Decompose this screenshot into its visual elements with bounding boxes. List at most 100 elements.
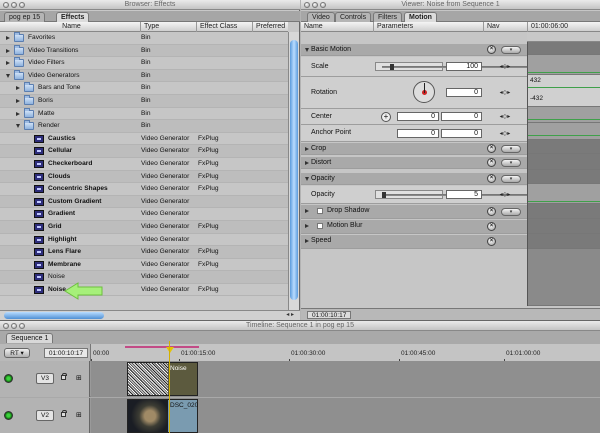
anchor-x-input[interactable]: 0	[397, 129, 439, 138]
browser-row[interactable]: Clouds Video Generator FxPlug	[0, 170, 288, 184]
browser-row[interactable]: Grid Video Generator FxPlug	[0, 220, 288, 234]
disclosure-triangle-icon[interactable]	[6, 73, 10, 78]
browser-row[interactable]: Gradient Video Generator	[0, 208, 288, 221]
keyframe-nav-icon[interactable]: ◂◇▸	[499, 88, 511, 98]
opacity-slider[interactable]	[375, 190, 600, 199]
column-name[interactable]: Name	[0, 22, 140, 32]
section-opacity[interactable]: Opacity × ▾	[301, 173, 527, 185]
section-drop-shadow[interactable]: Drop Shadow × ▾	[301, 205, 527, 219]
browser-row[interactable]: Matte Bin	[0, 107, 288, 121]
keyframe-nav-icon[interactable]: ◂◇▸	[499, 190, 511, 200]
tab-filters[interactable]: Filters	[373, 12, 403, 22]
disclosure-triangle-icon[interactable]	[6, 61, 10, 66]
zoom-dot-icon[interactable]	[19, 323, 25, 329]
column-type[interactable]: Type	[140, 22, 196, 32]
minimize-dot-icon[interactable]	[11, 2, 17, 8]
disclosure-triangle-icon[interactable]	[305, 224, 309, 228]
browser-row[interactable]: Bars and Tone Bin	[0, 82, 288, 95]
browser-row[interactable]: Video Filters Bin	[0, 57, 288, 70]
zoom-dot-icon[interactable]	[19, 2, 25, 8]
center-y-input[interactable]: 0	[441, 112, 482, 121]
browser-row[interactable]: Highlight Video Generator	[0, 233, 288, 247]
keyframe-nav-icon[interactable]: ◂◇▸	[499, 62, 511, 72]
column-effect-class[interactable]: Effect Class	[196, 22, 252, 32]
reset-x-icon[interactable]: ×	[487, 237, 496, 246]
browser-row[interactable]: Noise Video Generator	[0, 271, 288, 284]
auto-select-icon[interactable]: ⊞	[76, 411, 82, 419]
rotation-input[interactable]: 0	[446, 88, 482, 97]
column-preferred[interactable]: Preferred	[252, 22, 288, 32]
browser-row[interactable]: Video Transitions Bin	[0, 44, 288, 58]
lock-icon[interactable]	[61, 410, 67, 417]
disclosure-triangle-icon[interactable]	[305, 48, 309, 52]
scroll-thumb[interactable]	[4, 312, 104, 319]
disclosure-triangle-icon[interactable]	[6, 48, 10, 53]
section-crop[interactable]: Crop × ▾	[301, 143, 527, 155]
browser-row[interactable]: Concentric Shapes Video Generator FxPlug	[0, 183, 288, 196]
track-content[interactable]: Noise	[91, 361, 600, 397]
rotation-dial[interactable]	[413, 81, 435, 103]
visibility-toggle-icon[interactable]	[4, 374, 13, 383]
tab-video[interactable]: Video	[307, 12, 335, 22]
disclosure-triangle-icon[interactable]	[16, 98, 20, 103]
close-dot-icon[interactable]	[3, 2, 9, 8]
reset-x-icon[interactable]: ×	[487, 158, 496, 167]
window-controls[interactable]	[304, 2, 326, 8]
scale-input[interactable]: 100	[446, 62, 482, 71]
lock-icon[interactable]	[61, 373, 67, 380]
keyframe-menu-button[interactable]: ▾	[501, 208, 521, 216]
tab-project[interactable]: pog ep 15	[4, 12, 46, 22]
window-controls[interactable]	[3, 323, 25, 329]
disclosure-triangle-icon[interactable]	[16, 86, 20, 91]
tab-controls[interactable]: Controls	[335, 12, 372, 22]
browser-row[interactable]: Custom Gradient Video Generator	[0, 195, 288, 209]
playhead-icon[interactable]	[166, 347, 174, 353]
browser-row[interactable]: Checkerboard Video Generator FxPlug	[0, 157, 288, 171]
visibility-toggle-icon[interactable]	[4, 411, 13, 420]
browser-horizontal-scrollbar[interactable]: ◂ ▸	[0, 310, 300, 320]
disclosure-triangle-icon[interactable]	[16, 124, 20, 129]
clip-noise[interactable]: Noise	[127, 362, 198, 396]
minimize-dot-icon[interactable]	[312, 2, 318, 8]
keyframe-menu-button[interactable]: ▾	[501, 145, 521, 153]
keyframe-nav-icon[interactable]: ◂◇▸	[499, 129, 511, 139]
close-dot-icon[interactable]	[304, 2, 310, 8]
disclosure-triangle-icon[interactable]	[305, 209, 309, 213]
disclosure-triangle-icon[interactable]	[305, 239, 309, 243]
browser-row[interactable]: Cellular Video Generator FxPlug	[0, 145, 288, 158]
section-distort[interactable]: Distort × ▾	[301, 157, 527, 169]
viewer-timecode[interactable]: 01:00:10:17	[307, 311, 352, 319]
keyframe-menu-button[interactable]: ▾	[501, 159, 521, 167]
opacity-input[interactable]: 5	[446, 190, 482, 199]
track-name[interactable]: V3	[36, 373, 54, 384]
tab-sequence[interactable]: Sequence 1	[6, 333, 54, 343]
reset-x-icon[interactable]: ×	[487, 207, 496, 216]
reset-x-icon[interactable]: ×	[487, 45, 496, 54]
zoom-dot-icon[interactable]	[320, 2, 326, 8]
disclosure-triangle-icon[interactable]	[305, 177, 309, 181]
browser-row[interactable]: Video Generators Bin	[0, 69, 288, 83]
browser-row[interactable]: Render Bin	[0, 120, 288, 133]
reset-x-icon[interactable]: ×	[487, 144, 496, 153]
minimize-dot-icon[interactable]	[11, 323, 17, 329]
timeline-timecode[interactable]: 01:00:10:17	[44, 348, 88, 358]
disclosure-triangle-icon[interactable]	[16, 111, 20, 116]
browser-row[interactable]: Noise Video Generator FxPlug	[0, 283, 288, 297]
keyframe-nav-icon[interactable]: ◂◇▸	[499, 112, 511, 122]
keyframe-menu-button[interactable]: ▾	[501, 46, 521, 54]
center-x-input[interactable]: 0	[397, 112, 439, 121]
enable-checkbox[interactable]	[317, 208, 323, 214]
keyframe-graph-area[interactable]: 432 -432	[527, 42, 600, 306]
browser-vertical-scrollbar[interactable]	[288, 32, 299, 310]
track-content[interactable]: DSC_020	[91, 398, 600, 433]
section-basic-motion[interactable]: Basic Motion × ▾	[301, 44, 527, 56]
keyframe-menu-button[interactable]: ▾	[501, 175, 521, 183]
browser-row[interactable]: Caustics Video Generator FxPlug	[0, 132, 288, 146]
browser-row[interactable]: Membrane Video Generator FxPlug	[0, 258, 288, 272]
disclosure-triangle-icon[interactable]	[305, 161, 309, 165]
scroll-arrows[interactable]: ◂ ▸	[286, 311, 294, 320]
disclosure-triangle-icon[interactable]	[305, 147, 309, 151]
browser-row[interactable]: Boris Bin	[0, 94, 288, 108]
section-speed[interactable]: Speed ×	[301, 235, 527, 249]
window-controls[interactable]	[3, 2, 25, 8]
